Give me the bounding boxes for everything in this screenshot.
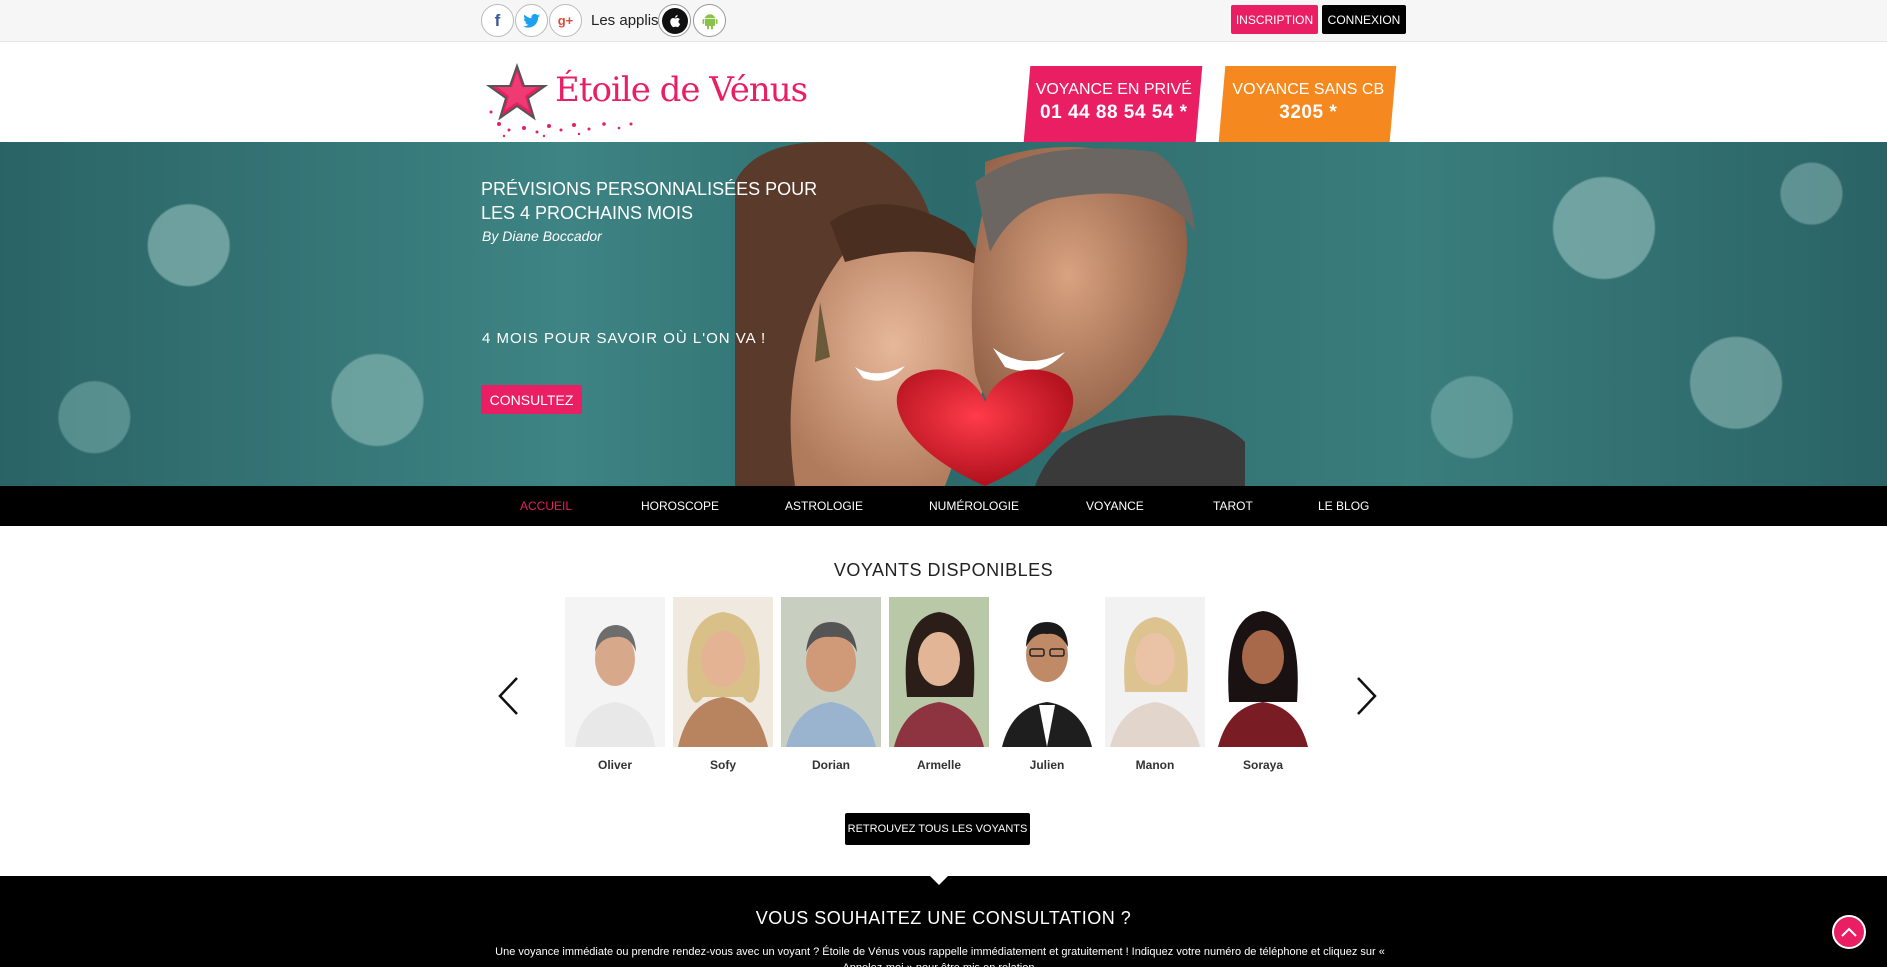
nav-voyance[interactable]: VOYANCE	[1086, 486, 1144, 526]
consultation-title: VOUS SOUHAITEZ UNE CONSULTATION ?	[755, 908, 1132, 928]
voyance-prive-phone: 01 44 88 54 54 *	[1040, 102, 1188, 123]
google-plus-icon[interactable]: g+	[549, 4, 582, 37]
voyant-card[interactable]: Armelle	[889, 597, 989, 772]
top-bar: f g+ Les applis INSCRIPTION CONNEXION	[0, 0, 1887, 42]
twitter-icon[interactable]	[515, 4, 548, 37]
main-nav: ACCUEIL HOROSCOPE ASTROLOGIE NUMÉROLOGIE…	[0, 486, 1887, 526]
voyant-photo	[673, 597, 773, 747]
nav-numerologie[interactable]: NUMÉROLOGIE	[929, 486, 1019, 526]
voyance-sans-cb-label: VOYANCE SANS CB	[1232, 81, 1385, 98]
voyant-photo	[997, 597, 1097, 747]
section-notch	[929, 875, 949, 885]
nav-le-blog[interactable]: LE BLOG	[1318, 486, 1369, 526]
voyance-sans-cb-banner[interactable]: VOYANCE SANS CB 3205 *	[1218, 66, 1397, 142]
connexion-button[interactable]: CONNEXION	[1322, 5, 1406, 34]
voyant-name: Armelle	[916, 758, 962, 772]
consultation-section: VOUS SOUHAITEZ UNE CONSULTATION ? Une vo…	[0, 875, 1887, 967]
apple-icon[interactable]	[658, 4, 691, 37]
voyant-photo	[889, 597, 989, 747]
site-logo[interactable]: Étoile de Vénus	[479, 62, 808, 142]
voyance-sans-cb-number: 3205 *	[1279, 102, 1338, 123]
apple-logo-icon	[661, 7, 688, 34]
carousel-next-icon[interactable]	[1354, 676, 1378, 716]
consultez-button[interactable]: CONSULTEZ	[481, 385, 582, 414]
hero-banner: PRÉVISIONS PERSONNALISÉES POUR LES 4 PRO…	[0, 142, 1887, 486]
voyant-card[interactable]: Julien	[997, 597, 1097, 772]
hero-title: PRÉVISIONS PERSONNALISÉES POUR LES 4 PRO…	[481, 179, 818, 223]
voyance-prive-label: VOYANCE EN PRIVÉ	[1035, 81, 1192, 98]
voyant-card[interactable]: Oliver	[565, 597, 665, 772]
voyance-prive-banner[interactable]: VOYANCE EN PRIVÉ 01 44 88 54 54 *	[1023, 66, 1203, 142]
voyant-card[interactable]: Manon	[1105, 597, 1205, 772]
android-icon[interactable]	[693, 4, 726, 37]
hero-tagline: 4 MOIS POUR SAVOIR OÙ L'ON VA !	[482, 330, 767, 347]
voyant-photo	[565, 597, 665, 747]
voyant-photo	[1213, 597, 1313, 747]
voyant-card[interactable]: Soraya	[1213, 597, 1313, 772]
hero-author: By Diane Boccador	[482, 228, 602, 244]
nav-tarot[interactable]: TAROT	[1213, 486, 1253, 526]
inscription-button[interactable]: INSCRIPTION	[1231, 5, 1318, 34]
site-header: Étoile de Vénus VOYANCE EN PRIVÉ 01 44 8…	[0, 42, 1887, 142]
facebook-icon[interactable]: f	[481, 4, 514, 37]
nav-astrologie[interactable]: ASTROLOGIE	[785, 486, 863, 526]
android-logo-icon	[696, 7, 723, 34]
consultation-text: Une voyance immédiate ou prendre rendez-…	[495, 946, 1385, 967]
carousel-prev-icon[interactable]	[497, 676, 521, 716]
voyant-name: Dorian	[811, 758, 850, 772]
chevron-up-icon	[1841, 927, 1857, 937]
all-voyants-button[interactable]: RETROUVEZ TOUS LES VOYANTS	[845, 813, 1030, 845]
voyant-name: Oliver	[597, 758, 633, 772]
nav-horoscope[interactable]: HOROSCOPE	[641, 486, 719, 526]
logo-text: Étoile de Vénus	[555, 70, 808, 110]
voyant-card[interactable]: Sofy	[673, 597, 773, 772]
voyant-photo	[781, 597, 881, 747]
voyant-name: Sofy	[709, 758, 736, 772]
voyant-name: Soraya	[1242, 758, 1284, 772]
twitter-bird-icon	[522, 13, 540, 28]
voyant-photo	[1105, 597, 1205, 747]
voyant-name: Manon	[1135, 758, 1175, 772]
apps-label: Les applis	[591, 12, 659, 29]
voyant-card[interactable]: Dorian	[781, 597, 881, 772]
nav-accueil[interactable]: ACCUEIL	[520, 486, 572, 526]
scroll-to-top-button[interactable]	[1832, 915, 1866, 949]
voyant-name: Julien	[1029, 758, 1065, 772]
voyants-title: VOYANTS DISPONIBLES	[833, 560, 1054, 580]
